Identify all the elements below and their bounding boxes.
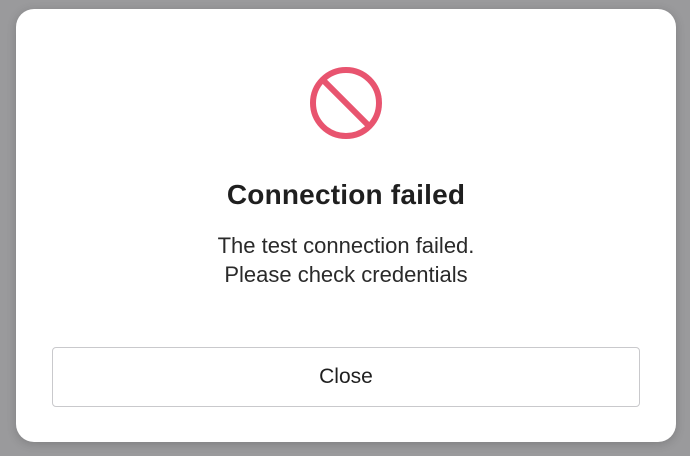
dialog-message-line: The test connection failed. (217, 233, 475, 258)
dialog-title: Connection failed (226, 179, 466, 210)
close-button[interactable]: Close (52, 347, 640, 407)
connection-error-dialog: Connection failed The test connection fa… (16, 9, 676, 442)
dialog-message-line: Please check credentials (224, 262, 468, 287)
prohibited-icon (309, 66, 383, 140)
dialog-message: The test connection failed. Please check… (16, 231, 676, 289)
